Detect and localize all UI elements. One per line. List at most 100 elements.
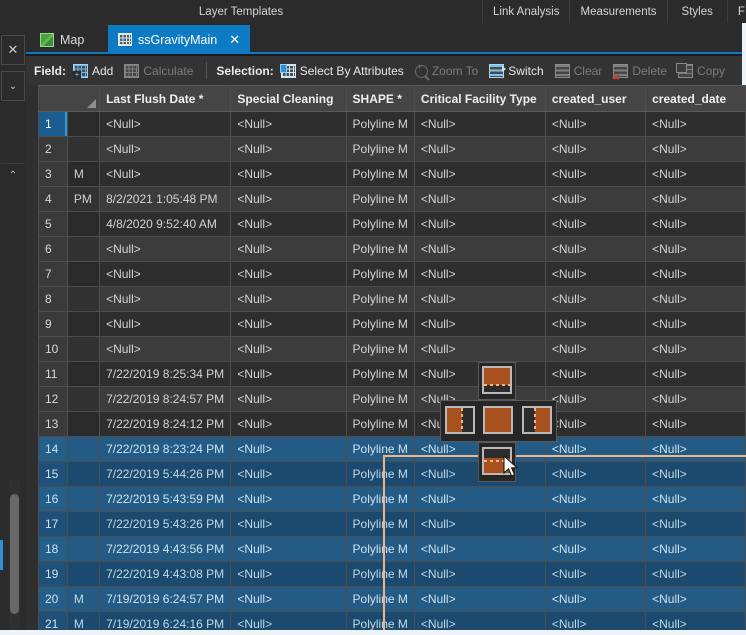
cell-special-cleaning[interactable]: <Null> [230, 461, 347, 487]
clipped-column-cell[interactable] [66, 211, 101, 237]
clipped-column-cell[interactable] [66, 261, 101, 287]
dock-target-top-icon[interactable] [482, 366, 512, 394]
row-number-cell[interactable]: 16 [38, 486, 68, 512]
cell-critical-facility-type[interactable]: <Null> [413, 586, 546, 612]
table-vertical-scrollbar[interactable] [26, 85, 38, 630]
cell-created-user[interactable]: <Null> [544, 111, 647, 137]
cell-created-user[interactable]: <Null> [544, 586, 647, 612]
cell-special-cleaning[interactable]: <Null> [230, 336, 347, 362]
cell-critical-facility-type[interactable]: <Null> [413, 536, 546, 562]
cell-last-flush-date[interactable]: 7/22/2019 4:43:56 PM [99, 536, 232, 562]
cell-special-cleaning[interactable]: <Null> [230, 411, 347, 437]
column-header-created-date[interactable]: created_date [645, 85, 746, 112]
row-number-cell[interactable]: 13 [38, 411, 68, 437]
cell-last-flush-date[interactable]: <Null> [99, 286, 232, 312]
cell-created-user[interactable]: <Null> [544, 136, 647, 162]
clipped-column-cell[interactable] [66, 136, 101, 162]
cell-last-flush-date[interactable]: 7/22/2019 5:43:59 PM [99, 486, 232, 512]
row-number-cell[interactable]: 7 [38, 261, 68, 287]
clipped-column-cell[interactable] [66, 461, 101, 487]
cell-last-flush-date[interactable]: <Null> [99, 236, 232, 262]
clipped-column-cell[interactable]: PM [66, 186, 101, 212]
cell-created-user[interactable]: <Null> [544, 536, 647, 562]
menu-link-analysis[interactable]: Link Analysis [482, 0, 569, 23]
cell-created-date[interactable]: <Null> [645, 111, 746, 137]
cell-shape[interactable]: Polyline M [345, 311, 415, 337]
row-number-cell[interactable]: 2 [38, 136, 68, 162]
close-icon[interactable]: ✕ [1, 35, 25, 65]
cell-shape[interactable]: Polyline M [345, 286, 415, 312]
cell-last-flush-date[interactable]: 8/2/2021 1:05:48 PM [99, 186, 232, 212]
clipped-column-cell[interactable] [66, 236, 101, 262]
table-row[interactable]: 11 7/22/2019 8:25:34 PM <Null> Polyline M <N… [38, 361, 746, 387]
chevron-down-icon[interactable]: ⌄ [1, 71, 25, 101]
cell-created-user[interactable]: <Null> [544, 186, 647, 212]
row-number-cell[interactable]: 4 [38, 186, 68, 212]
clipped-column-cell[interactable]: M [66, 611, 101, 630]
row-number-cell[interactable]: 15 [38, 461, 68, 487]
cell-created-user[interactable]: <Null> [544, 561, 647, 587]
cell-shape[interactable]: Polyline M [345, 136, 415, 162]
cell-critical-facility-type[interactable]: <Null> [413, 311, 546, 337]
cell-critical-facility-type[interactable]: <Null> [413, 236, 546, 262]
column-header-created-user[interactable]: created_user [544, 85, 647, 112]
select-by-attributes-button[interactable]: Select By Attributes [279, 63, 404, 78]
cell-special-cleaning[interactable]: <Null> [230, 236, 347, 262]
cell-critical-facility-type[interactable]: <Null> [413, 161, 546, 187]
cell-created-date[interactable]: <Null> [645, 311, 746, 337]
cell-created-date[interactable]: <Null> [645, 161, 746, 187]
cell-special-cleaning[interactable]: <Null> [230, 161, 347, 187]
row-number-cell[interactable]: 8 [38, 286, 68, 312]
cell-created-date[interactable]: <Null> [645, 361, 746, 387]
table-row[interactable]: 17 7/22/2019 5:43:26 PM <Null> Polyline M <N… [38, 511, 746, 537]
cell-created-user[interactable]: <Null> [544, 161, 647, 187]
row-number-cell[interactable]: 18 [38, 536, 68, 562]
cell-shape[interactable]: Polyline M [345, 436, 415, 462]
cell-special-cleaning[interactable]: <Null> [230, 611, 347, 630]
cell-last-flush-date[interactable]: 7/22/2019 5:43:26 PM [99, 511, 232, 537]
cell-created-date[interactable]: <Null> [645, 211, 746, 237]
cell-critical-facility-type[interactable]: <Null> [413, 261, 546, 287]
clipped-column-cell[interactable] [66, 411, 101, 437]
cell-created-user[interactable]: <Null> [544, 486, 647, 512]
cell-shape[interactable]: Polyline M [345, 561, 415, 587]
cell-created-date[interactable]: <Null> [645, 186, 746, 212]
cell-created-date[interactable]: <Null> [645, 536, 746, 562]
cell-last-flush-date[interactable]: <Null> [99, 136, 232, 162]
cell-shape[interactable]: Polyline M [345, 161, 415, 187]
cell-last-flush-date[interactable]: 7/22/2019 8:24:57 PM [99, 386, 232, 412]
clipped-column-cell[interactable] [66, 511, 101, 537]
cell-special-cleaning[interactable]: <Null> [230, 561, 347, 587]
table-row[interactable]: 1 <Null> <Null> Polyline M <Null> <Null> <Null… [38, 111, 746, 137]
cell-critical-facility-type[interactable]: <Null> [413, 186, 546, 212]
cell-critical-facility-type[interactable]: <Null> [413, 111, 546, 137]
cell-shape[interactable]: Polyline M [345, 486, 415, 512]
cell-last-flush-date[interactable]: 7/22/2019 8:25:34 PM [99, 361, 232, 387]
row-number-cell[interactable]: 5 [38, 211, 68, 237]
cell-critical-facility-type[interactable]: <Null> [413, 211, 546, 237]
table-row[interactable]: 9 <Null> <Null> Polyline M <Null> <Null> <Null… [38, 311, 746, 337]
chevron-up-icon[interactable]: ⌃ [1, 163, 25, 187]
cell-created-date[interactable]: <Null> [645, 461, 746, 487]
cell-shape[interactable]: Polyline M [345, 111, 415, 137]
cell-created-user[interactable]: <Null> [544, 611, 647, 630]
cell-created-user[interactable]: <Null> [544, 236, 647, 262]
tab-ssgravitymain[interactable]: ssGravityMain ✕ [108, 25, 251, 54]
cell-shape[interactable]: Polyline M [345, 586, 415, 612]
copy-selection-button[interactable]: Copy [676, 62, 725, 78]
cell-special-cleaning[interactable]: <Null> [230, 436, 347, 462]
cell-created-date[interactable]: <Null> [645, 586, 746, 612]
cell-special-cleaning[interactable]: <Null> [230, 286, 347, 312]
cell-last-flush-date[interactable]: <Null> [99, 111, 232, 137]
clipped-column-cell[interactable] [66, 386, 101, 412]
cell-created-user[interactable]: <Null> [544, 261, 647, 287]
cell-created-date[interactable]: <Null> [645, 236, 746, 262]
cell-critical-facility-type[interactable]: <Null> [413, 136, 546, 162]
cell-created-date[interactable]: <Null> [645, 511, 746, 537]
clipped-column-cell[interactable]: M [66, 586, 101, 612]
clipped-column-cell[interactable] [66, 286, 101, 312]
cell-shape[interactable]: Polyline M [345, 236, 415, 262]
cell-created-date[interactable]: <Null> [645, 261, 746, 287]
cell-shape[interactable]: Polyline M [345, 186, 415, 212]
table-row[interactable]: 19 7/22/2019 4:43:08 PM <Null> Polyline M <N… [38, 561, 746, 587]
